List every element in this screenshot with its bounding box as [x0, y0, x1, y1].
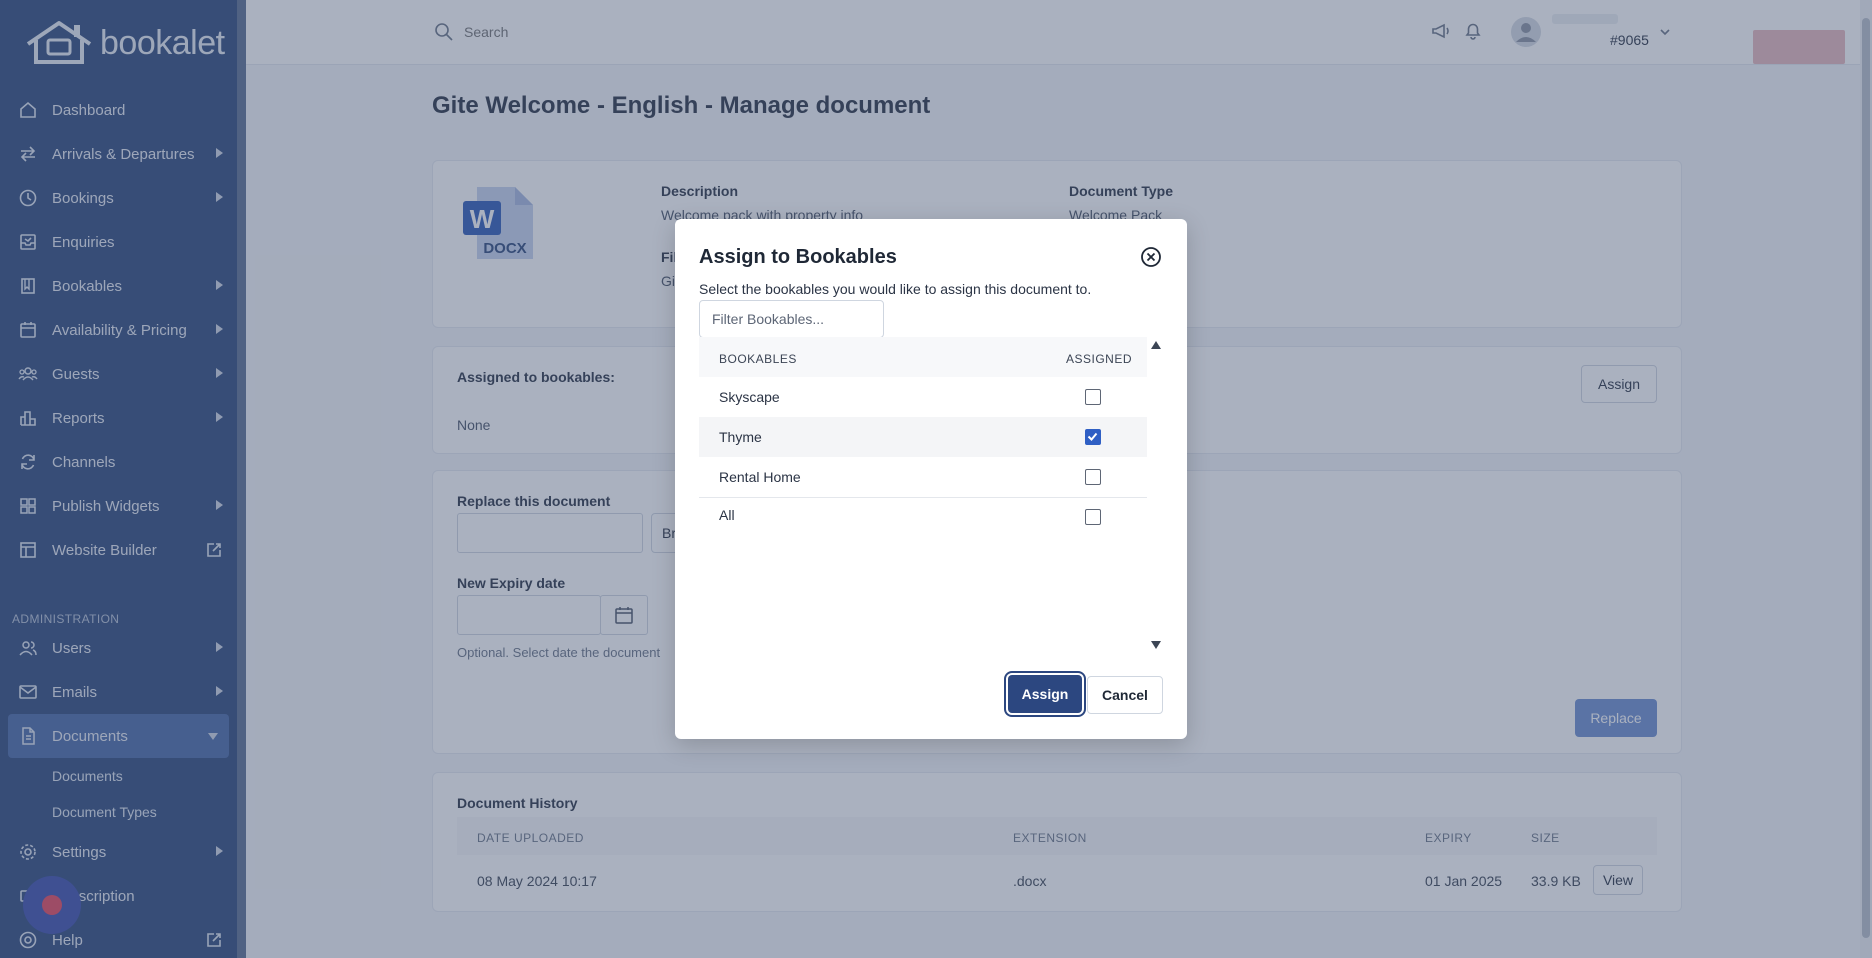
bookable-name: All	[719, 507, 735, 523]
check-icon	[1087, 432, 1098, 441]
assigned-checkbox-thyme[interactable]	[1085, 429, 1101, 445]
list-item-rental-home[interactable]: Rental Home	[699, 457, 1147, 497]
bookable-name: Rental Home	[719, 469, 801, 485]
list-item-skyscape[interactable]: Skyscape	[699, 377, 1147, 417]
assigned-checkbox-all[interactable]	[1085, 509, 1101, 525]
bookables-list-header: BOOKABLES ASSIGNED	[699, 337, 1147, 377]
bookable-name: Thyme	[719, 429, 762, 445]
assigned-checkbox-skyscape[interactable]	[1085, 389, 1101, 405]
modal-title: Assign to Bookables	[699, 246, 897, 268]
filter-bookables-input[interactable]	[699, 300, 884, 338]
bookable-name: Skyscape	[719, 389, 780, 405]
assigned-checkbox-rental-home[interactable]	[1085, 469, 1101, 485]
list-item-all[interactable]: All	[699, 497, 1147, 537]
col-bookables: BOOKABLES	[719, 352, 797, 366]
list-item-thyme[interactable]: Thyme	[699, 417, 1147, 457]
row-divider	[699, 497, 1147, 498]
close-icon[interactable]	[1140, 246, 1162, 268]
modal-assign-button[interactable]: Assign	[1008, 675, 1082, 713]
list-scrollbar[interactable]	[1149, 341, 1161, 651]
bookables-list: BOOKABLES ASSIGNED Skyscape Thyme Rental…	[699, 337, 1147, 654]
scroll-up-arrow-icon[interactable]	[1151, 341, 1161, 349]
modal-description: Select the bookables you would like to a…	[699, 281, 1092, 297]
scroll-down-arrow-icon[interactable]	[1151, 641, 1161, 649]
assign-bookables-modal: Assign to Bookables Select the bookables…	[675, 219, 1187, 739]
modal-cancel-button[interactable]: Cancel	[1087, 676, 1163, 714]
col-assigned: ASSIGNED	[1066, 352, 1133, 366]
